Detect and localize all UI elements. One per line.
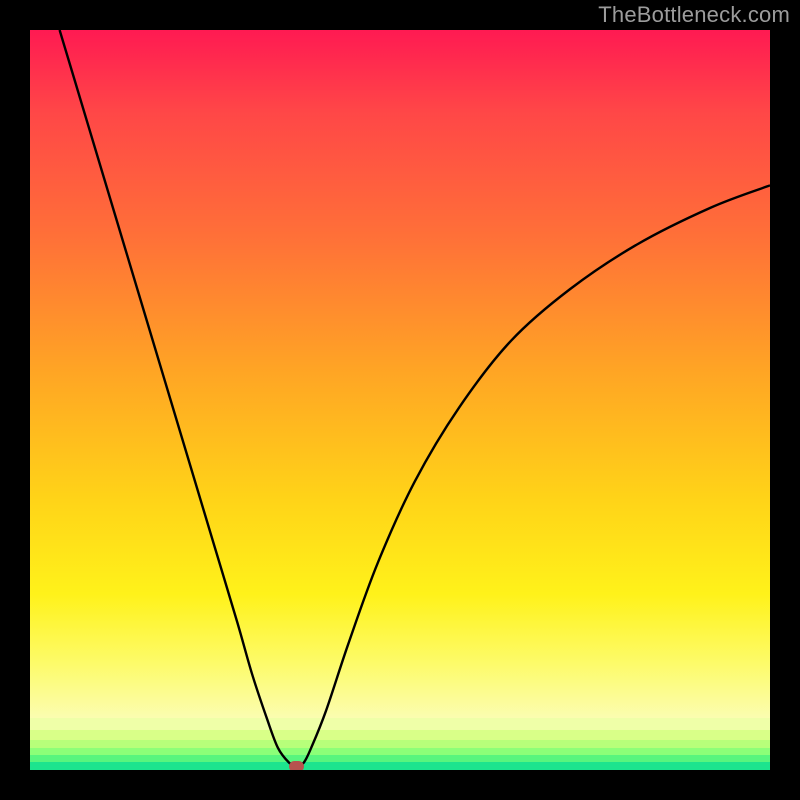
plot-area [30,30,770,770]
watermark-text: TheBottleneck.com [598,2,790,28]
bottleneck-curve [30,30,770,770]
chart-frame: TheBottleneck.com [0,0,800,800]
minimum-marker [289,761,304,770]
